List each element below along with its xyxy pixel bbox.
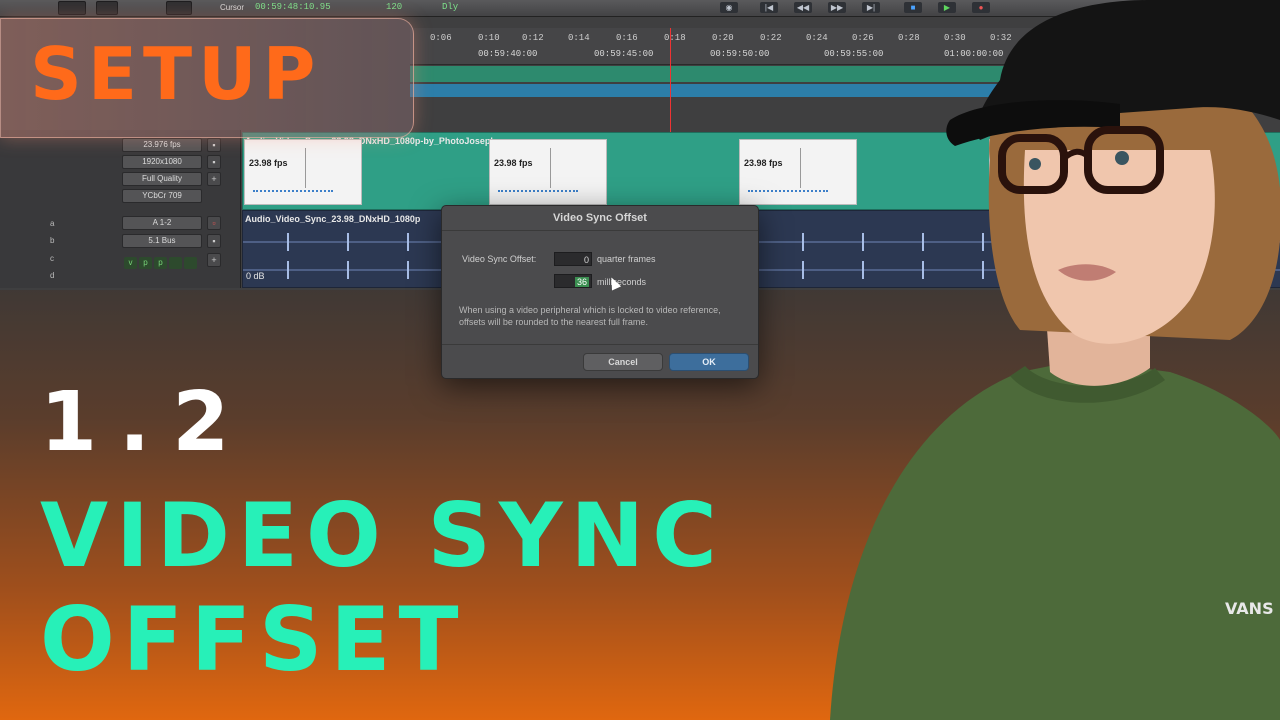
- video-thumbnail: 23.98 fps: [244, 139, 362, 205]
- playback-button[interactable]: p: [154, 257, 167, 269]
- playback-button[interactable]: p: [139, 257, 152, 269]
- milliseconds-value: 36: [574, 277, 589, 287]
- frame-rate-selector[interactable]: 23.976 fps: [122, 138, 202, 152]
- offset-label: Video Sync Offset:: [462, 254, 537, 264]
- tool-button[interactable]: [96, 1, 118, 15]
- timecode-tick: 00:59:40:00: [478, 49, 538, 59]
- add-icon[interactable]: +: [207, 253, 221, 267]
- bar-tick: 0:12: [522, 33, 544, 43]
- badge-text: SETUP: [30, 32, 322, 116]
- bar-tick: 0:14: [568, 33, 590, 43]
- thumbnail-fps: 23.98 fps: [249, 158, 288, 168]
- channel-letter: d: [50, 271, 55, 280]
- bar-tick: 0:18: [664, 33, 686, 43]
- thumbnail-fps: 23.98 fps: [494, 158, 533, 168]
- bar-tick: 0:06: [430, 33, 452, 43]
- cursor-counter: 00:59:48:10.95: [255, 2, 331, 12]
- voice-button[interactable]: v: [124, 257, 137, 269]
- channel-letter: c: [50, 254, 54, 263]
- video-thumbnail: 23.98 fps: [489, 139, 607, 205]
- add-icon[interactable]: +: [207, 172, 221, 186]
- divider: [442, 344, 758, 345]
- milliseconds-field[interactable]: 36: [554, 274, 592, 288]
- video-sync-offset-dialog: Video Sync Offset Video Sync Offset: 0 q…: [441, 205, 759, 379]
- presenter-photo: VANS: [830, 0, 1280, 720]
- tool-button[interactable]: [58, 1, 86, 15]
- track-headers: [0, 130, 241, 288]
- resolution-selector[interactable]: 1920x1080: [122, 155, 202, 169]
- playhead[interactable]: [670, 28, 671, 132]
- timecode-tick: 00:59:45:00: [594, 49, 654, 59]
- volume-readout: 0 dB: [246, 271, 265, 281]
- dialog-note: When using a video peripheral which is l…: [459, 305, 721, 327]
- milliseconds-unit: milliseconds: [597, 277, 647, 287]
- thumbnail-fps: 23.98 fps: [744, 158, 783, 168]
- tool-button[interactable]: [166, 1, 192, 15]
- audio-clip-name: Audio_Video_Sync_23.98_DNxHD_1080p: [245, 214, 421, 224]
- section-number: 1.2: [40, 375, 252, 470]
- divider: [550, 148, 551, 188]
- record-enable-icon[interactable]: ▫: [207, 216, 221, 230]
- cursor-label: Cursor: [220, 3, 245, 12]
- tempo-value: 120: [386, 2, 403, 12]
- divider: [305, 148, 306, 188]
- track-option-icon[interactable]: ▪: [207, 138, 221, 152]
- dly-label: Dly: [442, 2, 459, 12]
- bar-tick: 0:20: [712, 33, 734, 43]
- title-line-1: VIDEO SYNC: [40, 484, 725, 587]
- quarter-frames-unit: quarter frames: [597, 254, 656, 264]
- track-option-icon[interactable]: ▪: [207, 155, 221, 169]
- ok-button[interactable]: OK: [669, 353, 749, 371]
- dot-row: [748, 190, 828, 194]
- divider: [800, 148, 801, 188]
- input-selector[interactable]: A 1-2: [122, 216, 202, 230]
- dot-row: [498, 190, 578, 194]
- channel-letter: b: [50, 236, 55, 245]
- bar-tick: 0:22: [760, 33, 782, 43]
- blank-button[interactable]: [184, 257, 197, 269]
- online-icon[interactable]: ◉: [720, 2, 738, 13]
- quality-selector[interactable]: Full Quality: [122, 172, 202, 186]
- return-to-zero-icon[interactable]: |◀: [760, 2, 778, 13]
- output-selector[interactable]: 5.1 Bus: [122, 234, 202, 248]
- dialog-title: Video Sync Offset: [442, 206, 758, 231]
- bar-tick: 0:10: [478, 33, 500, 43]
- bar-tick: 0:16: [616, 33, 638, 43]
- channel-letter: a: [50, 219, 55, 228]
- cancel-button[interactable]: Cancel: [583, 353, 663, 371]
- blank-button[interactable]: [169, 257, 182, 269]
- title-line-2: OFFSET: [40, 588, 467, 691]
- shirt-logo: VANS: [1225, 599, 1274, 618]
- rewind-icon[interactable]: ◀◀: [794, 2, 812, 13]
- quarter-frames-field[interactable]: 0: [554, 252, 592, 266]
- colorspace-selector[interactable]: YCbCr 709: [122, 189, 202, 203]
- timecode-tick: 00:59:50:00: [710, 49, 770, 59]
- track-option-icon[interactable]: ▪: [207, 234, 221, 248]
- dot-row: [253, 190, 333, 194]
